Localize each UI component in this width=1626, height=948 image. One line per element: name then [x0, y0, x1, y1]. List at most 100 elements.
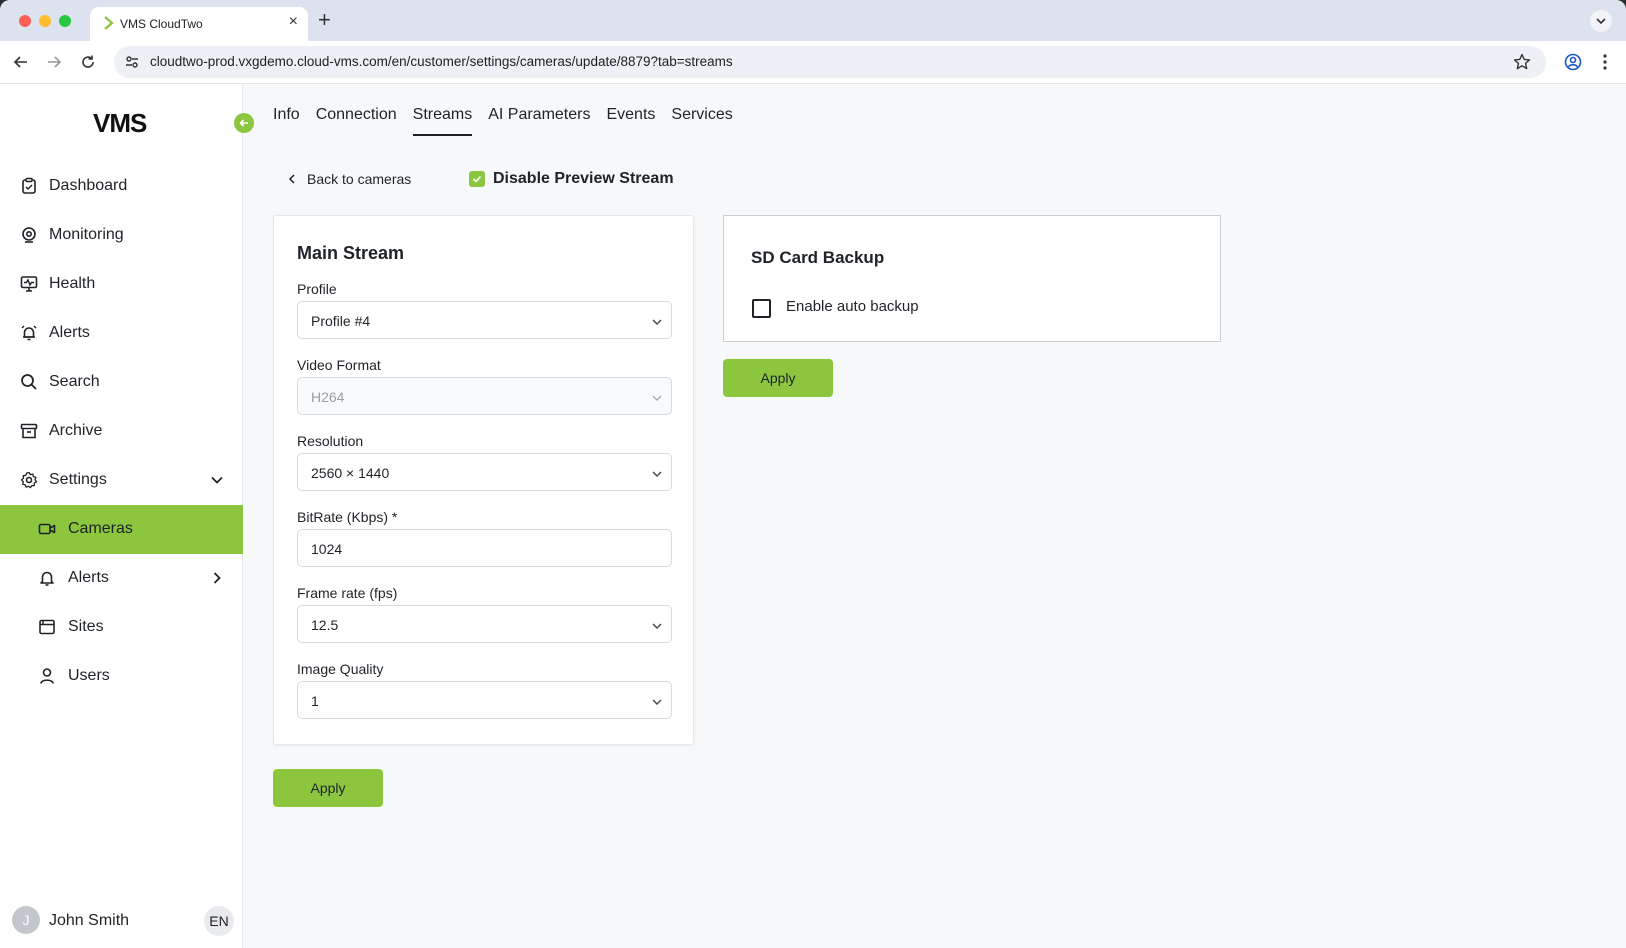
resolution-select[interactable]: 2560 × 1440	[297, 453, 672, 491]
checkmark-icon	[472, 175, 482, 183]
close-window-button[interactable]	[19, 15, 31, 27]
clipboard-icon	[22, 177, 36, 194]
back-to-cameras-link[interactable]: Back to cameras	[287, 171, 411, 187]
chevron-left-icon	[288, 174, 295, 184]
profile-button[interactable]	[1562, 51, 1584, 73]
sidebar-item-label: Archive	[49, 422, 103, 439]
disable-preview-label: Disable Preview Stream	[493, 170, 674, 187]
tab-info[interactable]: Info	[273, 106, 300, 136]
browser-tab-title: VMS CloudTwo	[120, 17, 203, 31]
account-circle-icon	[1564, 53, 1582, 71]
sidebar-item-label: Alerts	[68, 569, 109, 586]
browser-menu-button[interactable]	[1594, 51, 1616, 73]
arrow-right-icon	[48, 56, 62, 68]
settings-tabs: Info Connection Streams AI Parameters Ev…	[273, 106, 733, 136]
main-stream-title: Main Stream	[297, 243, 405, 263]
address-bar[interactable]: cloudtwo-prod.vxgdemo.cloud-vms.com/en/c…	[114, 46, 1546, 78]
enable-auto-backup-checkbox[interactable]	[752, 299, 771, 318]
sidebar-item-settings[interactable]: Settings	[0, 456, 243, 505]
tab-search-button[interactable]	[1590, 10, 1612, 32]
sidebar-item-settings-alerts[interactable]: Alerts	[0, 554, 243, 603]
sidebar-item-cameras[interactable]: Cameras	[0, 505, 243, 554]
site-settings-icon[interactable]	[124, 54, 140, 70]
sidebar-item-label: Dashboard	[49, 177, 128, 194]
enable-auto-backup-label[interactable]: Enable auto backup	[786, 298, 919, 315]
browser-tabbar: VMS CloudTwo × +	[0, 0, 1626, 41]
minimize-window-button[interactable]	[39, 15, 51, 27]
monitor-heartbeat-icon	[20, 276, 38, 292]
close-tab-icon[interactable]: ×	[289, 13, 298, 31]
sidebar-item-label: Alerts	[49, 324, 90, 341]
profile-select[interactable]: Profile #4	[297, 301, 672, 339]
sidebar-item-label: Search	[49, 373, 100, 390]
back-link-label: Back to cameras	[307, 171, 412, 187]
tab-services[interactable]: Services	[671, 106, 732, 136]
sidebar: VMS Dashboard Monitoring Health Alerts S…	[0, 84, 243, 948]
browser-toolbar: cloudtwo-prod.vxgdemo.cloud-vms.com/en/c…	[0, 41, 1626, 84]
language-switcher[interactable]: EN	[204, 906, 234, 936]
vms-logo[interactable]: VMS	[93, 108, 147, 139]
chevron-down-icon	[652, 319, 662, 325]
url-text: cloudtwo-prod.vxgdemo.cloud-vms.com/en/c…	[150, 54, 733, 69]
kebab-menu-icon	[1603, 54, 1607, 70]
frame-rate-select[interactable]: 12.5	[297, 605, 672, 643]
arrow-left-icon	[239, 119, 248, 127]
tab-connection[interactable]: Connection	[316, 106, 397, 136]
avatar: J	[12, 906, 40, 934]
frame-rate-value: 12.5	[311, 617, 339, 633]
image-quality-select[interactable]: 1	[297, 681, 672, 719]
sidebar-item-label: Settings	[49, 471, 107, 488]
forward-nav-button[interactable]	[43, 51, 65, 73]
vms-favicon-icon	[104, 16, 114, 30]
sidebar-item-label: Cameras	[68, 520, 133, 537]
collapse-sidebar-button[interactable]	[234, 113, 254, 133]
sidebar-item-sites[interactable]: Sites	[0, 603, 243, 652]
chevron-right-icon	[213, 572, 221, 584]
sd-card-backup-title: SD Card Backup	[751, 248, 885, 267]
arrow-left-icon	[13, 56, 27, 68]
video-format-select: H264	[297, 377, 672, 415]
profile-label: Profile	[297, 281, 337, 297]
sidebar-item-dashboard[interactable]: Dashboard	[0, 162, 243, 211]
bitrate-value: 1024	[311, 541, 343, 557]
sidebar-item-search[interactable]: Search	[0, 358, 243, 407]
search-icon	[21, 374, 37, 390]
image-quality-value: 1	[311, 693, 319, 709]
sidebar-item-label: Monitoring	[49, 226, 124, 243]
webcam-icon	[22, 227, 36, 243]
sidebar-item-health[interactable]: Health	[0, 260, 243, 309]
apply-sd-backup-button[interactable]: Apply	[723, 359, 833, 397]
sidebar-item-label: Sites	[68, 618, 104, 635]
video-format-value: H264	[311, 389, 345, 405]
browser-window: VMS CloudTwo × + cloudtwo-prod.vxgdemo.c…	[0, 0, 1626, 948]
bitrate-input[interactable]: 1024	[297, 529, 672, 567]
disable-preview-checkbox[interactable]	[469, 171, 485, 187]
reload-button[interactable]	[77, 51, 99, 73]
maximize-window-button[interactable]	[59, 15, 71, 27]
frame-rate-label: Frame rate (fps)	[297, 585, 398, 601]
back-nav-button[interactable]	[10, 51, 32, 73]
tab-events[interactable]: Events	[606, 106, 655, 136]
resolution-label: Resolution	[297, 433, 364, 449]
sidebar-item-alerts[interactable]: Alerts	[0, 309, 243, 358]
resolution-value: 2560 × 1440	[311, 465, 390, 481]
sidebar-item-users[interactable]: Users	[0, 652, 243, 701]
sidebar-item-monitoring[interactable]: Monitoring	[0, 211, 243, 260]
chevron-down-icon	[1596, 18, 1606, 25]
sidebar-item-archive[interactable]: Archive	[0, 407, 243, 456]
sd-card-backup-panel: SD Card Backup Enable auto backup	[723, 215, 1221, 342]
chevron-down-icon	[652, 623, 662, 629]
sidebar-item-label: Health	[49, 275, 96, 292]
chevron-down-icon	[652, 699, 662, 705]
tab-ai-parameters[interactable]: AI Parameters	[488, 106, 590, 136]
disable-preview-stream-toggle[interactable]: Disable Preview Stream	[469, 170, 674, 188]
apply-stream-button[interactable]: Apply	[273, 769, 383, 807]
browser-tab-active[interactable]: VMS CloudTwo ×	[90, 7, 308, 41]
gear-icon	[20, 471, 38, 489]
user-profile-row[interactable]: J John Smith EN	[0, 896, 243, 948]
browser-window-icon	[39, 619, 55, 635]
bookmark-star-icon[interactable]	[1512, 52, 1532, 72]
new-tab-button[interactable]: +	[318, 8, 331, 32]
tab-streams[interactable]: Streams	[412, 106, 472, 136]
chevron-down-icon	[652, 395, 662, 401]
